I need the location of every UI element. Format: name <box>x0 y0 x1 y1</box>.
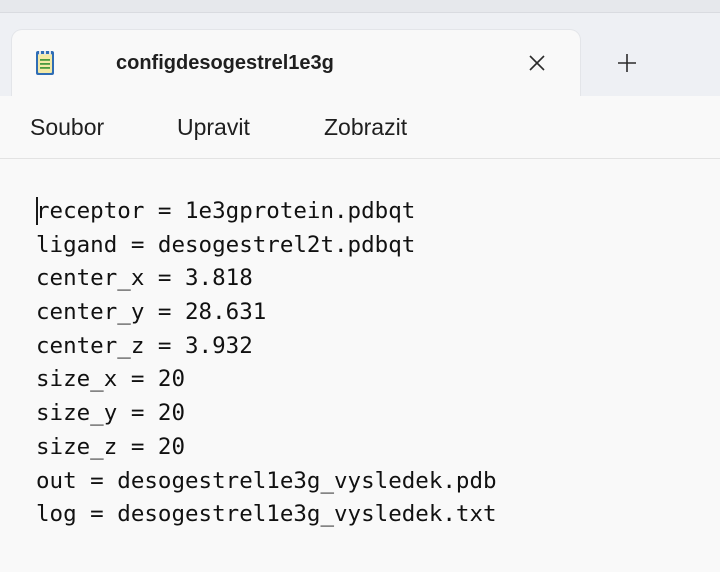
notepad-window: configdesogestrel1e3g Soubor Upravit Zob… <box>0 0 720 572</box>
editor-line: size_z = 20 <box>36 433 186 460</box>
editor-line: center_y = 28.631 <box>36 299 267 326</box>
editor-line: size_y = 20 <box>36 400 186 427</box>
tab-title: configdesogestrel1e3g <box>116 52 334 74</box>
plus-icon[interactable] <box>610 46 644 80</box>
editor-line: size_x = 20 <box>36 366 186 393</box>
editor-line: out = desogestrel1e3g_vysledek.pdb <box>36 467 497 494</box>
text-editor-area[interactable]: receptor = 1e3gprotein.pdbqt ligand = de… <box>0 159 720 572</box>
window-top-edge <box>0 0 720 13</box>
title-bar: configdesogestrel1e3g <box>0 0 720 96</box>
editor-line: receptor = 1e3gprotein.pdbqt <box>36 198 416 224</box>
notepad-icon <box>34 50 56 76</box>
editor-line: log = desogestrel1e3g_vysledek.txt <box>36 501 497 528</box>
menu-bar: Soubor Upravit Zobrazit <box>0 96 720 159</box>
menu-upravit[interactable]: Upravit <box>177 113 250 141</box>
editor-line: center_z = 3.932 <box>36 332 253 359</box>
editor-content: receptor = 1e3gprotein.pdbqt ligand = de… <box>36 195 497 532</box>
editor-line: ligand = desogestrel2t.pdbqt <box>36 231 416 258</box>
menu-zobrazit[interactable]: Zobrazit <box>324 113 407 141</box>
editor-line: center_x = 3.818 <box>36 265 253 292</box>
menu-soubor[interactable]: Soubor <box>30 113 104 141</box>
tab-config-file[interactable]: configdesogestrel1e3g <box>12 30 580 96</box>
close-icon[interactable] <box>520 46 554 80</box>
